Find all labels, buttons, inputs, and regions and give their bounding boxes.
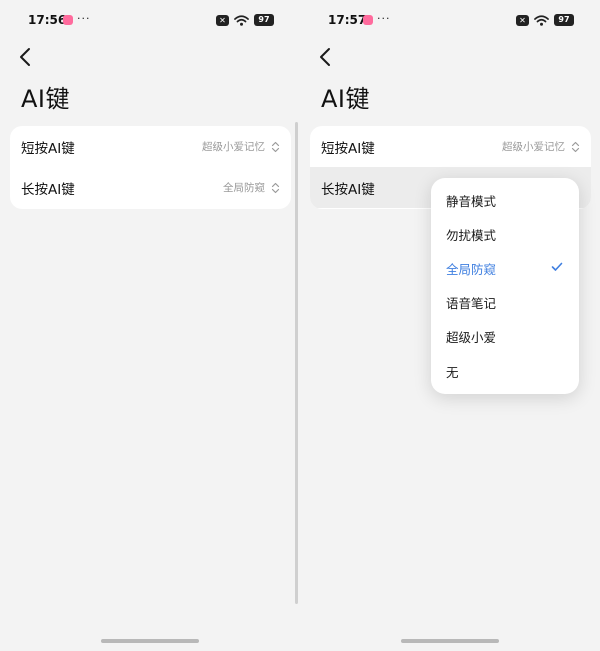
row-value: 超级小爱记忆 [202,141,265,153]
up-down-chevron-icon [571,141,580,152]
menu-item-privacy-screen[interactable]: 全局防窥 [431,251,579,285]
back-arrow-icon[interactable] [16,46,36,68]
long-press-options-dropdown: 静音模式 勿扰模式 全局防窥 语音笔记 超级小爱 无 [431,178,579,394]
status-icons: ✕ 97 [216,13,274,27]
menu-item-do-not-disturb[interactable]: 勿扰模式 [431,217,579,251]
close-badge-icon: ✕ [516,14,529,26]
app-notification-icon [363,15,373,25]
row-label: 短按AI键 [21,140,75,157]
row-value: 全局防窥 [223,182,265,194]
up-down-chevron-icon [271,141,280,152]
short-press-ai-key-row[interactable]: 短按AI键 超级小爱记忆 [10,126,291,167]
page-title: AI键 [321,85,370,113]
menu-item-label: 超级小爱 [446,330,497,346]
status-time: 17:57 [328,13,367,27]
row-value: 超级小爱记忆 [502,141,565,153]
settings-card: 短按AI键 超级小爱记忆 长按AI键 全局防窥 [10,126,291,209]
back-arrow-icon[interactable] [316,46,336,68]
long-press-ai-key-row[interactable]: 长按AI键 全局防窥 [10,167,291,208]
menu-item-label: 静音模式 [446,193,497,209]
more-notifications-dots: ··· [377,12,391,25]
page-title: AI键 [21,85,70,113]
menu-item-label: 全局防窥 [446,261,497,277]
close-badge-icon: ✕ [216,14,229,26]
menu-item-label: 勿扰模式 [446,227,497,243]
home-indicator[interactable] [101,639,199,643]
row-label: 短按AI键 [321,140,375,157]
status-icons: ✕ 97 [516,13,574,27]
menu-item-silent-mode[interactable]: 静音模式 [431,183,579,217]
app-notification-icon [63,15,73,25]
screen-right: 17:57 ··· ✕ 97 AI键 短按AI键 超级小爱记忆 长按AI键 静音… [300,0,600,651]
status-bar: 17:57 ··· ✕ 97 [300,11,600,29]
menu-item-voice-notes[interactable]: 语音笔记 [431,286,579,320]
menu-item-none[interactable]: 无 [431,354,579,388]
battery-icon: 97 [254,14,274,26]
up-down-chevron-icon [271,182,280,193]
checkmark-icon [551,263,563,272]
wifi-icon [534,14,549,26]
menu-item-super-xiaoai[interactable]: 超级小爱 [431,320,579,354]
status-bar: 17:56 ··· ✕ 97 [0,11,300,29]
battery-icon: 97 [554,14,574,26]
row-label: 长按AI键 [21,181,75,198]
status-time: 17:56 [28,13,67,27]
menu-item-label: 语音笔记 [446,296,497,312]
menu-item-label: 无 [446,364,459,380]
more-notifications-dots: ··· [77,12,91,25]
screen-left: 17:56 ··· ✕ 97 AI键 短按AI键 超级小爱记忆 长按AI键 全局… [0,0,300,651]
wifi-icon [234,14,249,26]
scroll-divider [295,122,298,604]
home-indicator[interactable] [401,639,499,643]
short-press-ai-key-row[interactable]: 短按AI键 超级小爱记忆 [310,126,591,167]
